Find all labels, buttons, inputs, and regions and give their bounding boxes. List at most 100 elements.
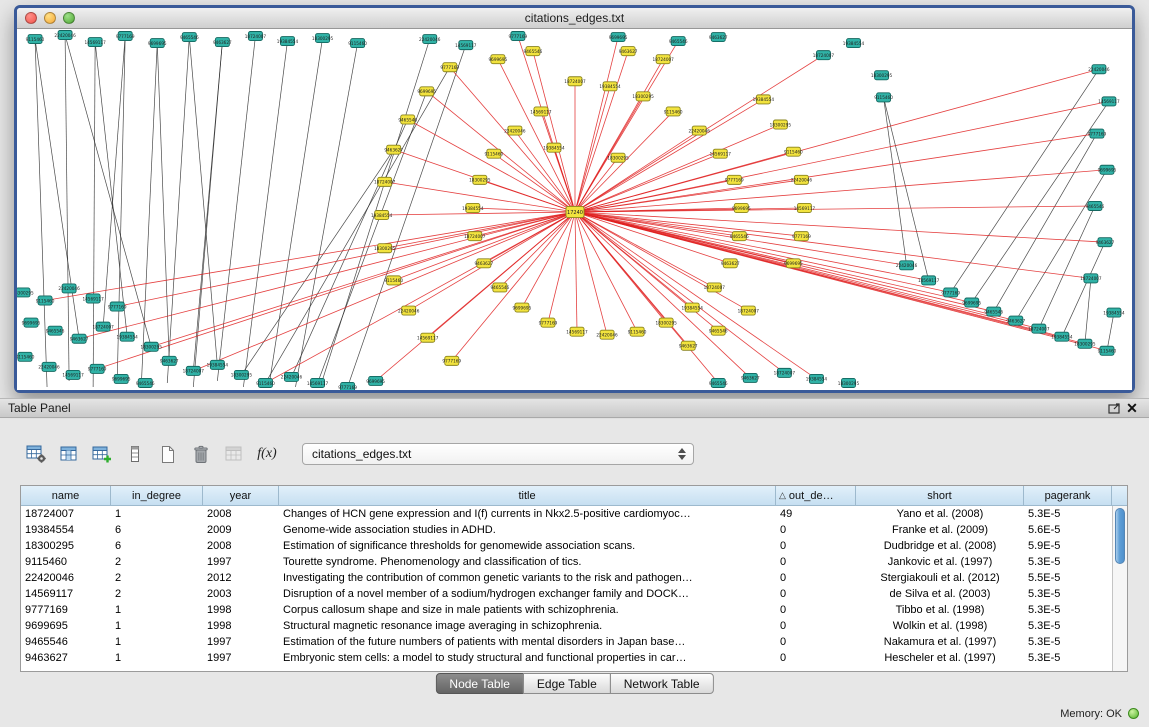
table-row[interactable]: 1830029562008Estimation of significance … xyxy=(21,538,1112,554)
graph-node[interactable]: 9777169 xyxy=(338,382,357,390)
graph-node[interactable]: 9699695 xyxy=(732,203,751,212)
minimize-window-button[interactable] xyxy=(44,12,56,24)
graph-node[interactable]: 18724007 xyxy=(652,55,674,64)
table-row[interactable]: 1456911722003Disruption of a novel membe… xyxy=(21,586,1112,602)
graph-node[interactable]: 18724007 xyxy=(245,32,267,41)
graph-node[interactable]: 18724007 xyxy=(183,366,205,375)
graph-node[interactable]: 9115460 xyxy=(784,147,803,156)
graph-node[interactable]: 18724007 xyxy=(704,283,726,292)
graph-node[interactable]: 22420046 xyxy=(596,330,618,339)
graph-node[interactable]: 18724007 xyxy=(774,368,796,377)
column-header-year[interactable]: year xyxy=(203,486,279,505)
graph-node[interactable]: 19384554 xyxy=(1103,308,1125,317)
graph-node[interactable]: 19384554 xyxy=(462,203,484,212)
graph-node[interactable]: 9115460 xyxy=(1098,346,1117,355)
network-graph[interactable]: 1872400719384554183002959115460224200461… xyxy=(17,29,1132,390)
graph-node[interactable]: 9699695 xyxy=(962,298,981,307)
graph-node[interactable]: 18300295 xyxy=(312,34,334,43)
delete-button[interactable] xyxy=(189,442,213,466)
graph-node[interactable]: 9465546 xyxy=(730,232,749,241)
column-header-in_degree[interactable]: in_degree xyxy=(111,486,203,505)
graph-node[interactable]: 19384554 xyxy=(753,95,775,104)
graph-node[interactable]: 9699695 xyxy=(489,55,508,64)
graph-node[interactable]: 19384554 xyxy=(543,143,565,152)
graph-node[interactable]: 14569117 xyxy=(307,378,329,387)
graph-node[interactable]: 9463627 xyxy=(709,33,728,42)
column-header-title[interactable]: title xyxy=(279,486,776,505)
column-header-short[interactable]: short xyxy=(856,486,1024,505)
graph-node[interactable]: 18300295 xyxy=(871,71,893,80)
graph-node[interactable]: 18724007 xyxy=(564,77,586,86)
graph-node[interactable]: 18724007 xyxy=(92,322,114,331)
graph-node[interactable]: 18724007 xyxy=(1080,274,1102,283)
graph-node[interactable]: 19384554 xyxy=(371,211,393,220)
graph-node[interactable]: 18300295 xyxy=(469,175,491,184)
table-row[interactable]: 977716911998Corpus callosum shape and si… xyxy=(21,602,1112,618)
graph-node[interactable]: 9463627 xyxy=(384,145,403,154)
graph-node[interactable]: 9463627 xyxy=(70,334,89,343)
table-mode-button[interactable] xyxy=(24,442,48,466)
table-row[interactable]: 2242004622012Investigating the contribut… xyxy=(21,570,1112,586)
graph-node[interactable]: 14569117 xyxy=(566,327,588,336)
graph-node[interactable]: 9115460 xyxy=(256,378,275,387)
graph-node[interactable]: 9699695 xyxy=(513,303,532,312)
graph-node[interactable]: 9463627 xyxy=(213,38,232,47)
graph-node[interactable]: 9463627 xyxy=(1006,316,1025,325)
graph-node[interactable]: 22420046 xyxy=(58,284,80,293)
graph-node[interactable]: 19384554 xyxy=(806,374,828,383)
memory-ok-indicator-icon[interactable] xyxy=(1128,708,1139,719)
graph-node[interactable]: 9463627 xyxy=(1096,238,1115,247)
graph-node[interactable]: 22420046 xyxy=(419,35,441,44)
graph-node[interactable]: 9699695 xyxy=(22,318,41,327)
column-header-out_de[interactable]: △out_de… xyxy=(776,486,856,505)
graph-node[interactable]: 9115460 xyxy=(628,327,647,336)
graph-node[interactable]: 18300295 xyxy=(141,342,163,351)
graph-node[interactable]: 18724007 xyxy=(374,177,396,186)
graph-node[interactable]: 9777169 xyxy=(509,32,528,41)
graph-node[interactable]: 19384554 xyxy=(207,360,229,369)
graph-node[interactable]: 19384554 xyxy=(843,39,865,48)
graph-node[interactable]: 9699695 xyxy=(148,39,167,48)
zoom-window-button[interactable] xyxy=(63,12,75,24)
tab-node-table[interactable]: Node Table xyxy=(435,673,524,694)
vertical-scrollbar[interactable] xyxy=(1112,506,1127,671)
column-header-pagerank[interactable]: pagerank xyxy=(1024,486,1112,505)
graph-node[interactable]: 14569117 xyxy=(1098,97,1120,106)
graph-node[interactable]: 9115460 xyxy=(664,107,683,116)
graph-node[interactable]: 9465546 xyxy=(1086,201,1105,210)
graph-node[interactable]: 9777169 xyxy=(539,318,558,327)
graph-node[interactable]: 9463627 xyxy=(160,356,179,365)
graph-node[interactable]: 9463627 xyxy=(619,47,638,56)
graph-node[interactable]: 9115460 xyxy=(485,149,504,158)
graph-node[interactable]: 9699695 xyxy=(366,376,385,385)
new-table-button[interactable] xyxy=(156,442,180,466)
function-builder-button[interactable]: f(x) xyxy=(255,442,279,466)
graph-node[interactable]: 22420046 xyxy=(1088,65,1110,74)
graph-node[interactable]: 22420046 xyxy=(791,175,813,184)
graph-node[interactable]: 9777169 xyxy=(116,32,135,41)
graph-node[interactable]: 18300295 xyxy=(838,378,860,387)
graph-node[interactable]: 14569117 xyxy=(794,203,816,212)
float-panel-button[interactable] xyxy=(1105,400,1123,416)
graph-node[interactable]: 9777169 xyxy=(941,288,960,297)
graph-node[interactable]: 9115460 xyxy=(384,276,403,285)
graph-node[interactable]: 18724007 xyxy=(813,51,835,60)
graph-node[interactable]: 14569117 xyxy=(417,333,439,342)
tab-edge-table[interactable]: Edge Table xyxy=(523,673,611,694)
graph-node[interactable]: 9115460 xyxy=(36,296,55,305)
graph-hub-node[interactable]: 17240 xyxy=(566,206,584,217)
column-header-name[interactable]: name xyxy=(21,486,111,505)
table-row[interactable]: 1938455462009Genome-wide association stu… xyxy=(21,522,1112,538)
graph-node[interactable]: 9777169 xyxy=(108,302,127,311)
graph-node[interactable]: 9115460 xyxy=(26,35,45,44)
graph-node[interactable]: 9465546 xyxy=(524,47,543,56)
graph-node[interactable]: 9465546 xyxy=(984,307,1003,316)
graph-node[interactable]: 9115460 xyxy=(348,39,367,48)
graph-node[interactable]: 18300295 xyxy=(17,288,34,297)
graph-node[interactable]: 9465546 xyxy=(46,326,65,335)
graph-node[interactable]: 14569117 xyxy=(918,276,940,285)
graph-node[interactable]: 9777169 xyxy=(88,364,107,373)
graph-node[interactable]: 19384554 xyxy=(682,303,704,312)
graph-node[interactable]: 22420046 xyxy=(398,306,420,315)
window-titlebar[interactable]: citations_edges.txt xyxy=(17,8,1132,29)
